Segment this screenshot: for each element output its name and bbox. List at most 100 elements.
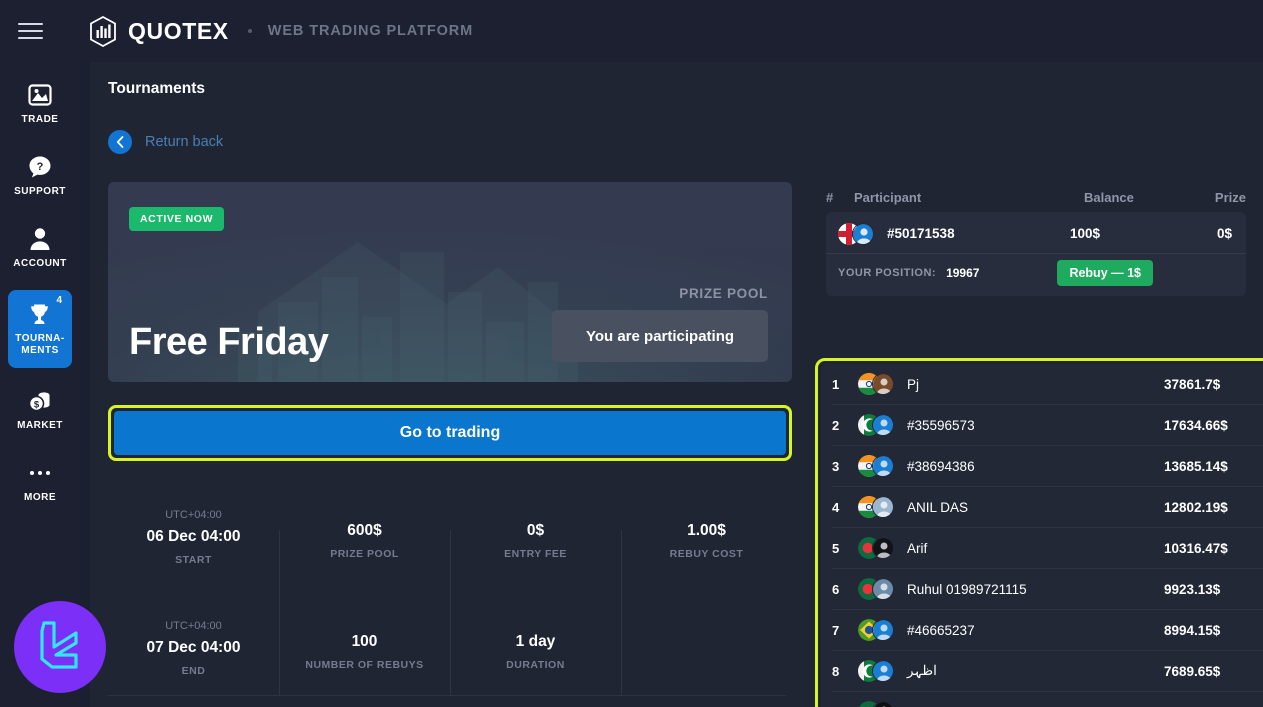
stat-number-of-rebuys: 100 NUMBER OF REBUYS: [279, 593, 450, 704]
svg-text:?: ?: [37, 161, 44, 173]
avatar-cluster: [858, 701, 896, 707]
sidebar-item-account[interactable]: ACCOUNT: [0, 212, 80, 284]
leaderboard-list[interactable]: 1Pj37861.7$300$2#3559657317634.66$200$3#…: [821, 364, 1263, 707]
tournaments-badge-count: 4: [56, 295, 62, 306]
stat-value: 100: [351, 632, 378, 650]
avatar-cluster: [858, 578, 896, 600]
top-header-bar: QUOTEX WEB TRADING PLATFORM: [0, 0, 1263, 62]
rebuy-button[interactable]: Rebuy — 1$: [1057, 260, 1153, 286]
sidebar-item-label: MORE: [24, 492, 56, 503]
row-rank: 4: [832, 499, 840, 515]
row-rank: 7: [832, 622, 840, 638]
leaderboard-row[interactable]: 2#3559657317634.66$200$: [832, 405, 1263, 446]
stat-rebuy-cost: 1.00$ REBUY COST: [621, 482, 792, 593]
leaderboard-row[interactable]: 4ANIL DAS12802.19$0$: [832, 487, 1263, 528]
sidebar-item-tournaments[interactable]: 4 TOURNA- MENTS: [8, 290, 72, 368]
avatar: [872, 414, 894, 436]
row-balance: 8994.15$: [1164, 622, 1221, 638]
tournament-banner: ACTIVE NOW PRIZE POOL 600 $ Free Friday …: [108, 182, 792, 382]
row-balance: 12802.19$: [1164, 499, 1228, 515]
stat-value: 600$: [347, 521, 382, 539]
sidebar-item-support[interactable]: ? SUPPORT: [0, 140, 80, 212]
row-rank: 8: [832, 663, 840, 679]
my-username: #50171538: [887, 226, 955, 241]
leaderboard-row[interactable]: 8اظہر7689.65$0$: [832, 651, 1263, 692]
avatar: [872, 660, 894, 682]
lc-monogram-logo: [14, 601, 106, 693]
row-participant: Pj: [858, 373, 1164, 395]
avatar: [872, 619, 894, 641]
avatar: [872, 496, 894, 518]
avatar-cluster: [858, 414, 896, 436]
go-to-trading-highlight: Go to trading: [108, 405, 792, 461]
hamburger-menu-icon[interactable]: [0, 0, 60, 62]
avatar: [872, 373, 894, 395]
stat-value: 07 Dec 04:00: [146, 638, 241, 656]
row-balance: 37861.7$: [1164, 376, 1221, 392]
avatar: [872, 455, 894, 477]
stat-label: END: [181, 664, 206, 677]
stat-timezone: UTC+04:00: [165, 508, 222, 521]
row-username: ANIL DAS: [907, 499, 969, 515]
chevron-left-icon: [108, 130, 132, 154]
content-divider: [108, 695, 786, 696]
row-balance: 10316.47$: [1164, 540, 1228, 556]
row-rank: 5: [832, 540, 840, 556]
image-chart-icon: [27, 82, 53, 108]
question-bubble-icon: ?: [27, 154, 53, 180]
stat-label: DURATION: [506, 658, 565, 671]
row-participant: #35596573: [858, 414, 1164, 436]
column-rank: #: [826, 189, 834, 205]
stat-start: UTC+04:00 06 Dec 04:00 START: [108, 482, 279, 593]
row-username: Arif: [907, 540, 928, 556]
stat-column: 0$ ENTRY FEE 1 day DURATION: [450, 482, 621, 704]
stat-label: REBUY COST: [669, 547, 744, 560]
leaderboard-row[interactable]: 3#3869438613685.14$100$: [832, 446, 1263, 487]
row-rank: 1: [832, 376, 840, 392]
row-username: #46665237: [907, 622, 975, 638]
leaderboard-row[interactable]: 7#466652378994.15$0$: [832, 610, 1263, 651]
column-participant: Participant: [854, 189, 922, 205]
brand-logo[interactable]: QUOTEX: [89, 15, 229, 47]
participating-button[interactable]: You are participating: [552, 310, 768, 362]
my-prize: 0$: [1216, 226, 1232, 241]
row-participant: #46665237: [858, 619, 1164, 641]
avatar-cluster: [858, 537, 896, 559]
go-to-trading-button[interactable]: Go to trading: [114, 411, 786, 455]
return-back-link[interactable]: Return back: [108, 130, 223, 154]
lc-monogram-icon: [40, 621, 78, 669]
svg-text:$: $: [34, 399, 40, 410]
coins-icon: $: [27, 388, 53, 414]
stat-entry-fee: 0$ ENTRY FEE: [450, 482, 621, 593]
row-username: #38694386: [907, 458, 975, 474]
row-balance: 13685.14$: [1164, 458, 1228, 474]
main-content: Tournaments Return back ACTIVE NOW PRIZE…: [90, 62, 1263, 707]
leaderboard-row[interactable]: 5Arif10316.47$0$: [832, 528, 1263, 569]
row-participant: Fatema: [858, 701, 1164, 707]
leaderboard-row[interactable]: 1Pj37861.7$300$: [832, 364, 1263, 405]
stat-empty: [621, 593, 792, 704]
sidebar-item-label: ACCOUNT: [13, 258, 67, 269]
row-balance: 7689.65$: [1164, 663, 1221, 679]
app-root: QUOTEX WEB TRADING PLATFORM TRADE ? SUPP…: [0, 0, 1263, 707]
leaderboard-row[interactable]: 9Fatema7215.5$0$: [832, 692, 1263, 707]
row-participant: Ruhul 01989721115: [858, 578, 1164, 600]
my-position-card: #50171538 100$ 0$ YOUR POSITION: 19967 R…: [826, 212, 1246, 296]
my-participant: #50171538: [838, 222, 1070, 245]
sidebar-item-trade[interactable]: TRADE: [0, 68, 80, 140]
sidebar-item-market[interactable]: $ MARKET: [0, 374, 80, 446]
leaderboard-row[interactable]: 6Ruhul 019897211159923.13$0$: [832, 569, 1263, 610]
stat-column: 1.00$ REBUY COST: [621, 482, 792, 704]
avatar: [872, 701, 894, 707]
stat-end: UTC+04:00 07 Dec 04:00 END: [108, 593, 279, 704]
row-rank: 6: [832, 581, 840, 597]
sidebar-item-more[interactable]: MORE: [0, 446, 80, 518]
sidebar-item-label: TRADE: [21, 114, 59, 125]
avatar: [872, 537, 894, 559]
position-label: YOUR POSITION:: [838, 267, 937, 279]
avatar-cluster: [858, 373, 896, 395]
return-back-label: Return back: [145, 134, 224, 150]
sidebar-item-label: SUPPORT: [14, 186, 66, 197]
row-participant: #38694386: [858, 455, 1164, 477]
stat-label: PRIZE POOL: [330, 547, 399, 560]
